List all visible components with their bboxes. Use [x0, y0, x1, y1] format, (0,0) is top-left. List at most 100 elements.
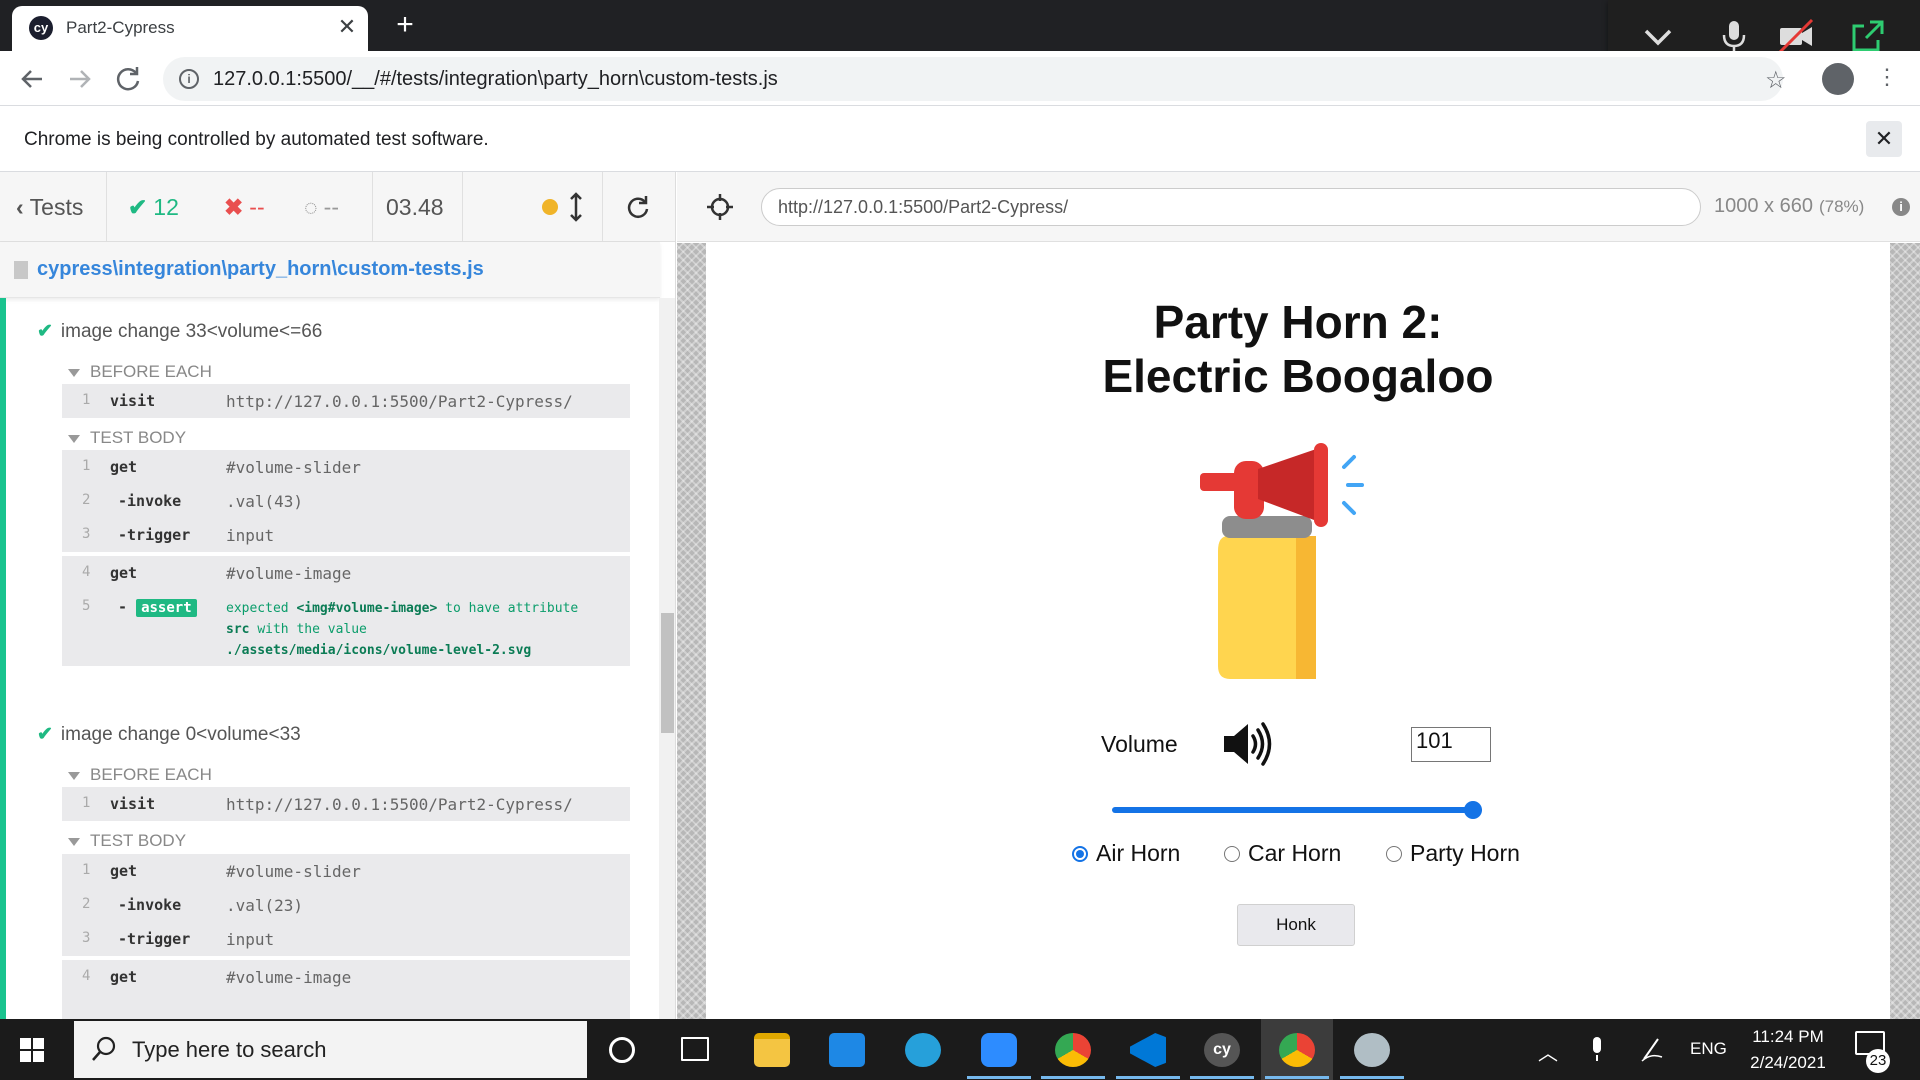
- taskbar-app[interactable]: [1112, 1019, 1184, 1080]
- caret-down-icon: [68, 368, 80, 377]
- radio-party-horn-label[interactable]: Party Horn: [1410, 840, 1520, 867]
- taskbar-app[interactable]: [811, 1019, 883, 1080]
- address-bar[interactable]: i 127.0.0.1:5500/__/#/tests/integration\…: [163, 57, 1783, 101]
- address-url[interactable]: 127.0.0.1:5500/__/#/tests/integration\pa…: [213, 68, 778, 91]
- command-name: - assert: [118, 598, 197, 617]
- windows-taskbar: Type here to search cy ︿ ENG 11:24 PM 2/…: [0, 1019, 1920, 1080]
- chevron-left-icon: ‹: [16, 194, 24, 220]
- auto-scroll-icon[interactable]: [566, 192, 586, 222]
- radio-car-horn-label[interactable]: Car Horn: [1248, 840, 1341, 867]
- language-indicator[interactable]: ENG: [1690, 1039, 1727, 1059]
- camera-off-icon[interactable]: [1776, 16, 1816, 56]
- clock-date[interactable]: 2/24/2021: [1745, 1053, 1831, 1073]
- kebab-menu-icon[interactable]: ⋮: [1876, 64, 1898, 90]
- assert-row[interactable]: 5 - assert expected <img#volume-image> t…: [62, 590, 630, 666]
- cortana-button[interactable]: [587, 1019, 659, 1080]
- tab-close-icon[interactable]: ✕: [334, 14, 360, 40]
- test-title[interactable]: ✔ image change 0<volume<33: [37, 723, 301, 746]
- taskbar-app-active[interactable]: [1261, 1019, 1333, 1080]
- running-indicator-icon: [542, 199, 558, 215]
- taskbar-app[interactable]: cy: [1186, 1019, 1258, 1080]
- search-placeholder: Type here to search: [132, 1037, 327, 1062]
- infobar-close-icon[interactable]: ✕: [1866, 121, 1902, 157]
- command-message: #volume-slider: [226, 862, 361, 881]
- command-row[interactable]: 1 visit http://127.0.0.1:5500/Part2-Cypr…: [62, 787, 630, 821]
- command-log[interactable]: ✔ image change 33<volume<=66 BEFORE EACH …: [0, 298, 675, 1019]
- command-name: -trigger: [118, 930, 191, 948]
- share-screen-icon[interactable]: [1848, 16, 1888, 56]
- test-title-text: image change 33<volume<=66: [60, 321, 323, 342]
- command-row[interactable]: 2 -invoke .val(43): [62, 484, 630, 518]
- pen-icon[interactable]: [1640, 1035, 1664, 1063]
- rerun-icon[interactable]: [624, 194, 652, 222]
- before-each-hook[interactable]: BEFORE EACH: [68, 765, 212, 785]
- check-icon: ✔: [128, 194, 148, 220]
- chevron-up-icon[interactable]: ︿: [1538, 1037, 1558, 1066]
- command-number: 1: [82, 862, 91, 878]
- command-row[interactable]: 3 -trigger input: [62, 922, 630, 956]
- taskbar-app[interactable]: [963, 1019, 1035, 1080]
- viewport-info-icon[interactable]: i: [1892, 198, 1910, 216]
- profile-avatar-icon[interactable]: [1822, 63, 1854, 95]
- command-row[interactable]: 1 get #volume-slider: [62, 450, 630, 484]
- selector-playground-icon[interactable]: [707, 194, 733, 220]
- volume-slider[interactable]: [1112, 801, 1482, 819]
- running-indicator: [967, 1076, 1031, 1079]
- command-row[interactable]: 1 visit http://127.0.0.1:5500/Part2-Cypr…: [62, 384, 630, 418]
- aut-url-field[interactable]: http://127.0.0.1:5500/Part2-Cypress/: [761, 188, 1701, 226]
- assert-text: expected: [226, 601, 289, 616]
- volume-slider-thumb[interactable]: [1464, 801, 1482, 819]
- reporter-scrollbar-thumb[interactable]: [661, 613, 674, 733]
- bookmark-star-icon[interactable]: ☆: [1765, 66, 1787, 95]
- assert-attr: src: [226, 622, 250, 637]
- taskbar-app[interactable]: [1037, 1019, 1109, 1080]
- page-title: Party Horn 2: Electric Boogaloo: [706, 295, 1890, 403]
- command-message: input: [226, 526, 275, 545]
- windows-start-icon[interactable]: [20, 1038, 44, 1062]
- test-title[interactable]: ✔ image change 33<volume<=66: [37, 320, 322, 343]
- hook-label: TEST BODY: [90, 428, 187, 447]
- site-info-icon[interactable]: i: [179, 69, 199, 89]
- command-row[interactable]: 4 get #volume-image: [62, 960, 630, 994]
- taskbar-app[interactable]: [659, 1019, 731, 1080]
- command-row[interactable]: 3 -trigger input: [62, 518, 630, 552]
- command-message: input: [226, 930, 275, 949]
- radio-air-horn-control[interactable]: [1072, 846, 1088, 862]
- new-tab-button[interactable]: +: [388, 8, 422, 42]
- reporter-header: ‹ Tests ✔ 12 ✖ -- ◌ -- 03.48: [0, 172, 675, 242]
- before-each-hook[interactable]: BEFORE EACH: [68, 362, 212, 382]
- spec-file-link[interactable]: cypress\integration\party_horn\custom-te…: [37, 258, 484, 281]
- assert-message: expected <img#volume-image> to have attr…: [226, 598, 578, 661]
- back-arrow-icon[interactable]: [14, 61, 50, 97]
- command-number: 2: [82, 896, 91, 912]
- taskbar-app[interactable]: [887, 1019, 959, 1080]
- tests-back-button[interactable]: ‹ Tests: [16, 194, 83, 221]
- chevron-down-icon[interactable]: [1638, 16, 1678, 56]
- honk-button[interactable]: Honk: [1237, 904, 1355, 946]
- microphone-icon[interactable]: [1714, 16, 1754, 56]
- command-name: get: [110, 968, 138, 986]
- cortana-icon: [609, 1037, 635, 1063]
- taskbar-search-box[interactable]: Type here to search: [74, 1021, 587, 1078]
- taskbar-app[interactable]: [1336, 1019, 1408, 1080]
- volume-number-input[interactable]: 101: [1411, 727, 1491, 762]
- command-row[interactable]: 2 -invoke .val(23): [62, 888, 630, 922]
- test-body-hook[interactable]: TEST BODY: [68, 831, 186, 851]
- test-body-hook[interactable]: TEST BODY: [68, 428, 186, 448]
- command-name: visit: [110, 392, 156, 410]
- radio-air-horn-label[interactable]: Air Horn: [1096, 840, 1180, 867]
- search-icon: [92, 1036, 116, 1061]
- radio-party-horn-control[interactable]: [1386, 846, 1402, 862]
- clock-time[interactable]: 11:24 PM: [1745, 1027, 1831, 1047]
- command-name: get: [110, 458, 138, 476]
- radio-car-horn-control[interactable]: [1224, 846, 1240, 862]
- microphone-icon[interactable]: [1589, 1035, 1605, 1063]
- command-row[interactable]: 4 get #volume-image: [62, 556, 630, 590]
- forward-arrow-icon[interactable]: [62, 61, 98, 97]
- run-duration: 03.48: [386, 194, 444, 220]
- reload-icon[interactable]: [110, 61, 146, 97]
- browser-tab[interactable]: cy Part2-Cypress ✕: [12, 6, 368, 51]
- caret-down-icon: [68, 771, 80, 780]
- taskbar-app[interactable]: [736, 1019, 808, 1080]
- command-row[interactable]: 1 get #volume-slider: [62, 854, 630, 888]
